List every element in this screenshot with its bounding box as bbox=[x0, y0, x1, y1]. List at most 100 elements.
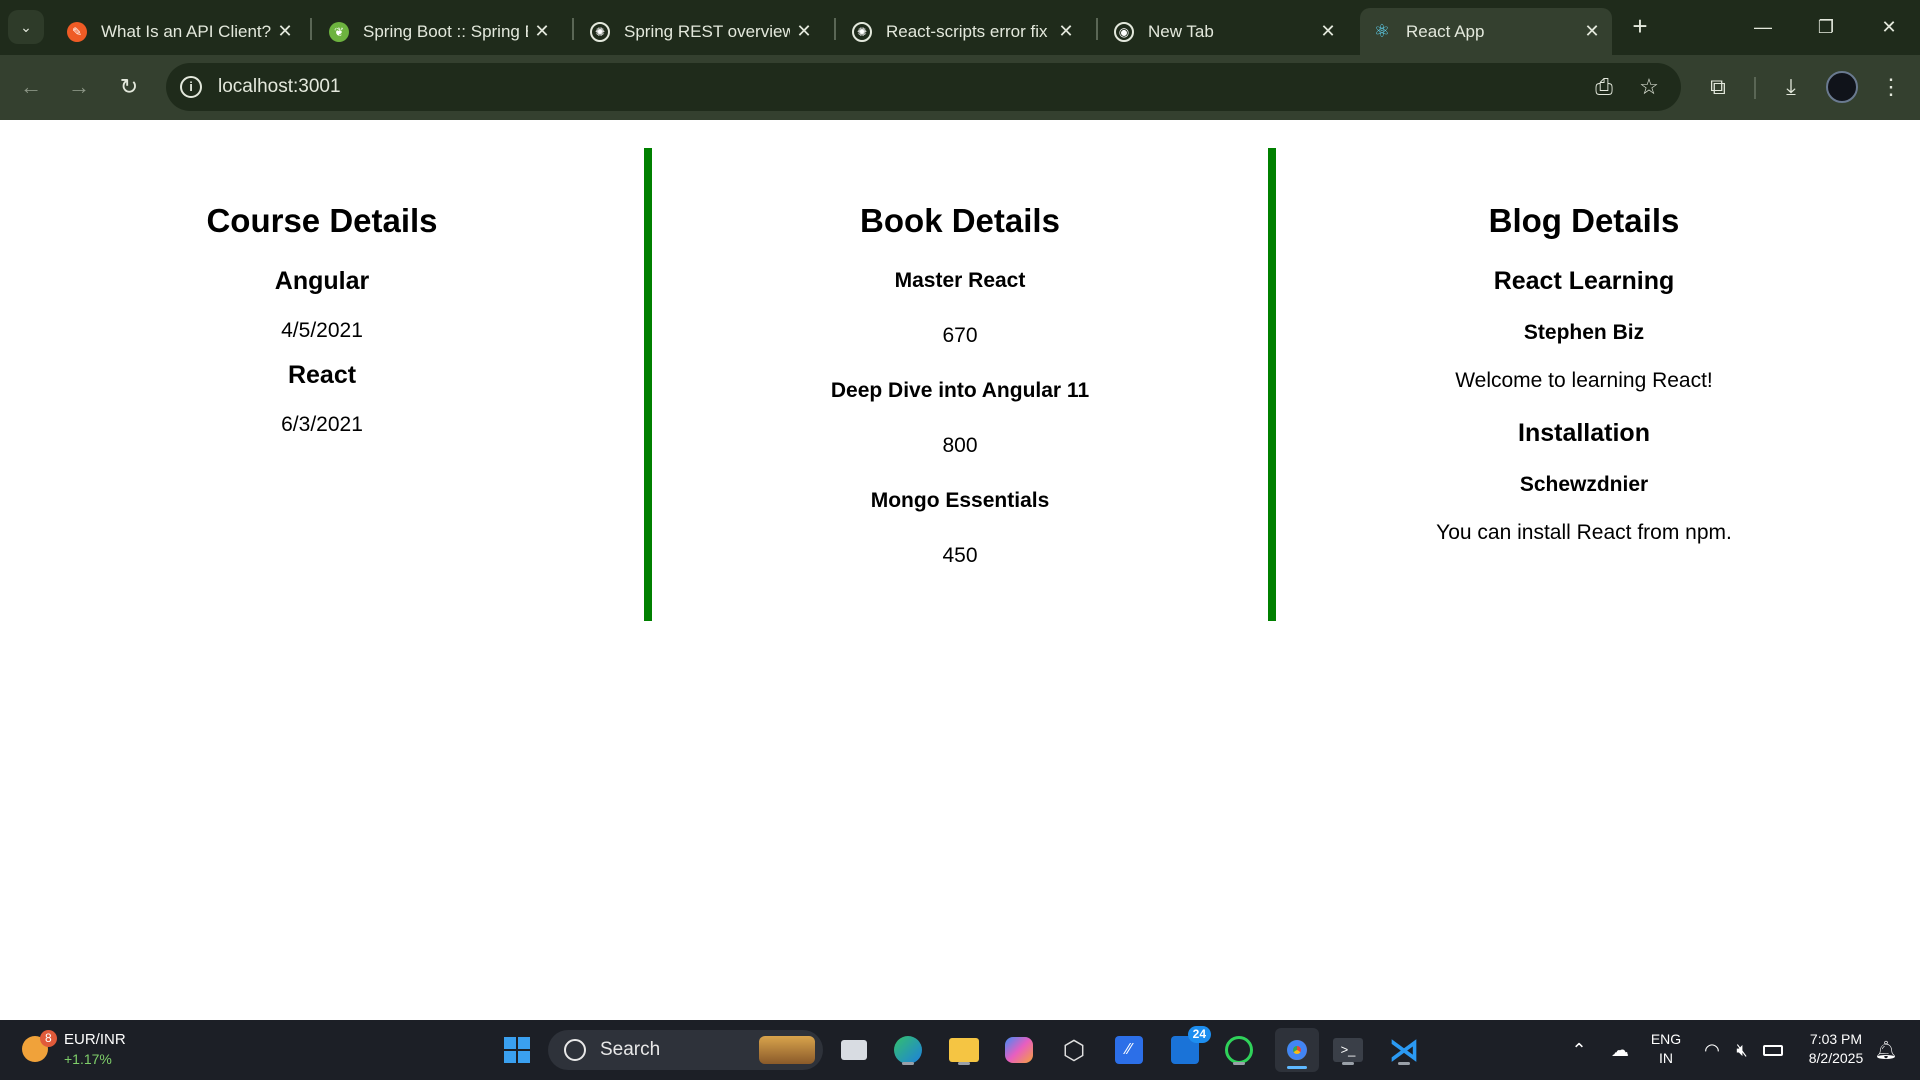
wifi-icon: ◠ bbox=[1704, 1039, 1720, 1060]
bell-icon: 🔔︎ bbox=[1874, 1039, 1898, 1060]
forward-button[interactable]: → bbox=[63, 71, 95, 103]
chart-app-icon: ⁄⁄ bbox=[1115, 1036, 1143, 1064]
widget-badge: 8 bbox=[40, 1030, 57, 1047]
minimize-button[interactable]: — bbox=[1740, 10, 1786, 44]
whatsapp-app[interactable] bbox=[1221, 1032, 1257, 1068]
chevron-up-icon: ⌃ bbox=[1571, 1039, 1587, 1060]
blog-title: React Learning bbox=[1493, 267, 1675, 295]
tab-title: What Is an API Client? bbox=[101, 21, 271, 41]
url-text[interactable]: localhost:3001 bbox=[218, 76, 341, 98]
running-indicator bbox=[1233, 1062, 1245, 1065]
chevron-down-icon: ⌄ bbox=[20, 18, 32, 35]
arrow-left-icon: ← bbox=[20, 74, 42, 99]
whatsapp-icon bbox=[1225, 1036, 1253, 1064]
puzzle-icon: ⧉ bbox=[1710, 74, 1726, 99]
book-title: Master React bbox=[894, 269, 1026, 292]
kebab-menu-icon: ⋮ bbox=[1880, 74, 1902, 99]
clock-time: 7:03 PM bbox=[1809, 1031, 1863, 1047]
book-title: Mongo Essentials bbox=[870, 489, 1050, 512]
download-icon: ⤓ bbox=[1786, 74, 1796, 99]
system-clock[interactable]: 7:03 PM 8/2/2025 bbox=[1796, 1030, 1876, 1068]
extensions-button[interactable]: ⧉ bbox=[1702, 71, 1734, 103]
close-icon[interactable]: ✕ bbox=[1052, 21, 1080, 42]
blog-author: Stephen Biz bbox=[1523, 321, 1645, 344]
volume-muted-icon: 🔇︎ bbox=[1736, 1039, 1748, 1060]
tab-search-button[interactable]: ⌄ bbox=[8, 10, 44, 44]
tab-react-app[interactable]: ⚛ React App ✕ bbox=[1360, 8, 1612, 55]
onedrive-button[interactable]: ☁ bbox=[1602, 1032, 1638, 1068]
reload-icon: ↻ bbox=[119, 74, 139, 99]
tab-title: Spring REST overview bbox=[624, 21, 790, 41]
plus-icon: + bbox=[1632, 11, 1648, 41]
course-name: React bbox=[287, 361, 357, 389]
language-indicator[interactable]: ENG IN bbox=[1646, 1030, 1686, 1068]
install-icon: ⎙ bbox=[1595, 74, 1613, 99]
copilot-app[interactable] bbox=[1001, 1032, 1037, 1068]
reload-button[interactable]: ↻ bbox=[113, 71, 145, 103]
jira-app[interactable]: ⁄⁄ bbox=[1111, 1032, 1147, 1068]
close-icon[interactable]: ✕ bbox=[271, 21, 299, 42]
restore-button[interactable]: ❐ bbox=[1803, 10, 1849, 44]
toolbar-separator bbox=[1754, 77, 1756, 99]
tab-react-scripts[interactable]: ✺ React-scripts error fix ✕ bbox=[840, 8, 1086, 55]
folder-icon bbox=[949, 1038, 979, 1062]
notifications-button[interactable]: 🔔︎ bbox=[1868, 1032, 1904, 1068]
show-hidden-icons-button[interactable]: ⌃ bbox=[1561, 1032, 1597, 1068]
close-icon[interactable]: ✕ bbox=[528, 21, 556, 42]
close-icon[interactable]: ✕ bbox=[1578, 21, 1606, 42]
address-bar[interactable]: i localhost:3001 bbox=[166, 63, 1681, 111]
profile-avatar[interactable] bbox=[1826, 71, 1858, 103]
copilot-icon bbox=[1005, 1037, 1033, 1063]
tab-strip: ⌄ ✎ What Is an API Client? ✕ ❦ Spring Bo… bbox=[0, 0, 1920, 55]
spring-icon: ❦ bbox=[329, 21, 349, 42]
menu-button[interactable]: ⋮ bbox=[1875, 71, 1907, 103]
chrome-icon: ◉ bbox=[1114, 21, 1134, 42]
task-view-button[interactable] bbox=[836, 1032, 872, 1068]
tab-new-tab[interactable]: ◉ New Tab ✕ bbox=[1102, 8, 1348, 55]
outlook-app[interactable]: 24 bbox=[1167, 1026, 1211, 1068]
minimize-icon: — bbox=[1754, 17, 1772, 37]
start-button[interactable] bbox=[499, 1032, 535, 1068]
terminal-app[interactable]: >_ bbox=[1330, 1032, 1366, 1068]
edge-icon bbox=[894, 1036, 922, 1064]
file-explorer-app[interactable] bbox=[946, 1032, 982, 1068]
currency-change: +1.17% bbox=[64, 1051, 112, 1067]
battery-button[interactable] bbox=[1755, 1032, 1791, 1068]
currency-pair: EUR/INR bbox=[64, 1031, 126, 1048]
tab-title: React-scripts error fix bbox=[886, 21, 1048, 41]
search-icon bbox=[564, 1039, 586, 1061]
task-view-icon bbox=[841, 1040, 867, 1060]
course-name: Angular bbox=[274, 267, 370, 295]
blog-title: Installation bbox=[1518, 419, 1650, 447]
react-icon: ⚛ bbox=[1373, 21, 1391, 41]
bookmark-button[interactable]: ☆ bbox=[1633, 71, 1665, 103]
back-button[interactable]: ← bbox=[15, 71, 47, 103]
install-app-button[interactable]: ⎙ bbox=[1588, 71, 1620, 103]
site-info-icon[interactable]: i bbox=[180, 76, 202, 98]
course-date: 4/5/2021 bbox=[281, 319, 363, 342]
tab-api-client[interactable]: ✎ What Is an API Client? ✕ bbox=[55, 8, 305, 55]
book-details-section: Book Details Master React 670 Deep Dive … bbox=[644, 148, 1276, 621]
close-window-button[interactable]: ✕ bbox=[1866, 10, 1912, 44]
unity-app[interactable]: ⬡ bbox=[1056, 1032, 1092, 1068]
outlook-badge: 24 bbox=[1187, 1026, 1211, 1043]
chrome-app[interactable] bbox=[1275, 1028, 1319, 1072]
new-tab-button[interactable]: + bbox=[1625, 12, 1655, 42]
cloud-icon: ☁ bbox=[1611, 1039, 1629, 1060]
close-icon[interactable]: ✕ bbox=[790, 21, 818, 42]
taskbar-search[interactable]: Search bbox=[548, 1030, 823, 1070]
search-label: Search bbox=[600, 1039, 661, 1060]
blog-heading: Blog Details bbox=[1488, 202, 1680, 239]
tab-separator bbox=[572, 18, 574, 40]
page-content: Course Details Angular 4/5/2021 React 6/… bbox=[0, 148, 1920, 621]
downloads-button[interactable]: ⤓ bbox=[1775, 71, 1807, 103]
tab-separator bbox=[1096, 18, 1098, 40]
search-highlight-image bbox=[759, 1036, 815, 1064]
chatgpt-icon: ✺ bbox=[590, 21, 610, 42]
tab-spring-boot[interactable]: ❦ Spring Boot :: Spring B ✕ bbox=[317, 8, 562, 55]
close-icon[interactable]: ✕ bbox=[1314, 21, 1342, 42]
tab-spring-rest[interactable]: ✺ Spring REST overview ✕ bbox=[578, 8, 824, 55]
vscode-app[interactable]: ⋊ bbox=[1386, 1032, 1422, 1068]
edge-app[interactable] bbox=[890, 1032, 926, 1068]
restore-icon: ❐ bbox=[1817, 17, 1835, 37]
